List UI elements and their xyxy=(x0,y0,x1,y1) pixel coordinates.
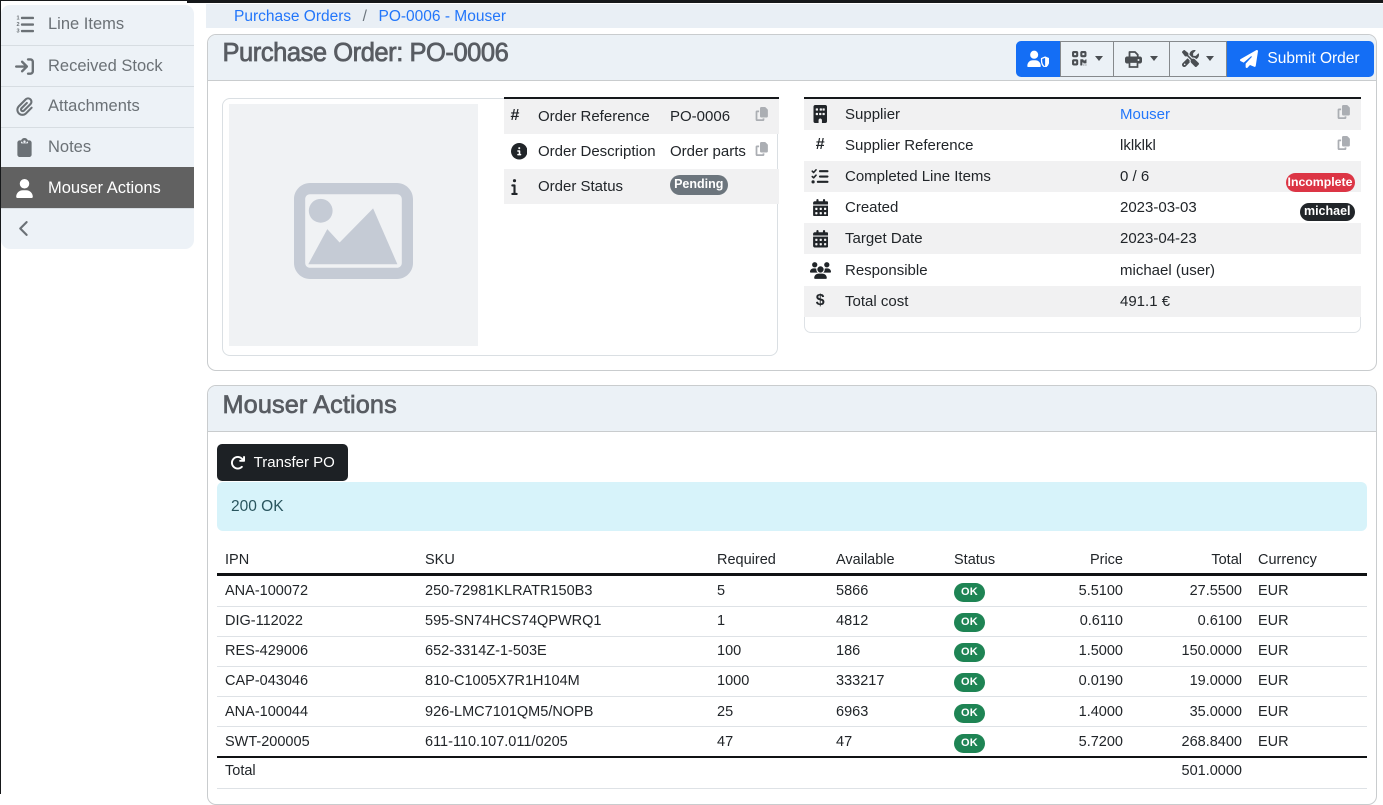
svg-text:3: 3 xyxy=(16,29,19,35)
svg-text:2: 2 xyxy=(16,22,19,28)
svg-text:1: 1 xyxy=(16,16,19,22)
